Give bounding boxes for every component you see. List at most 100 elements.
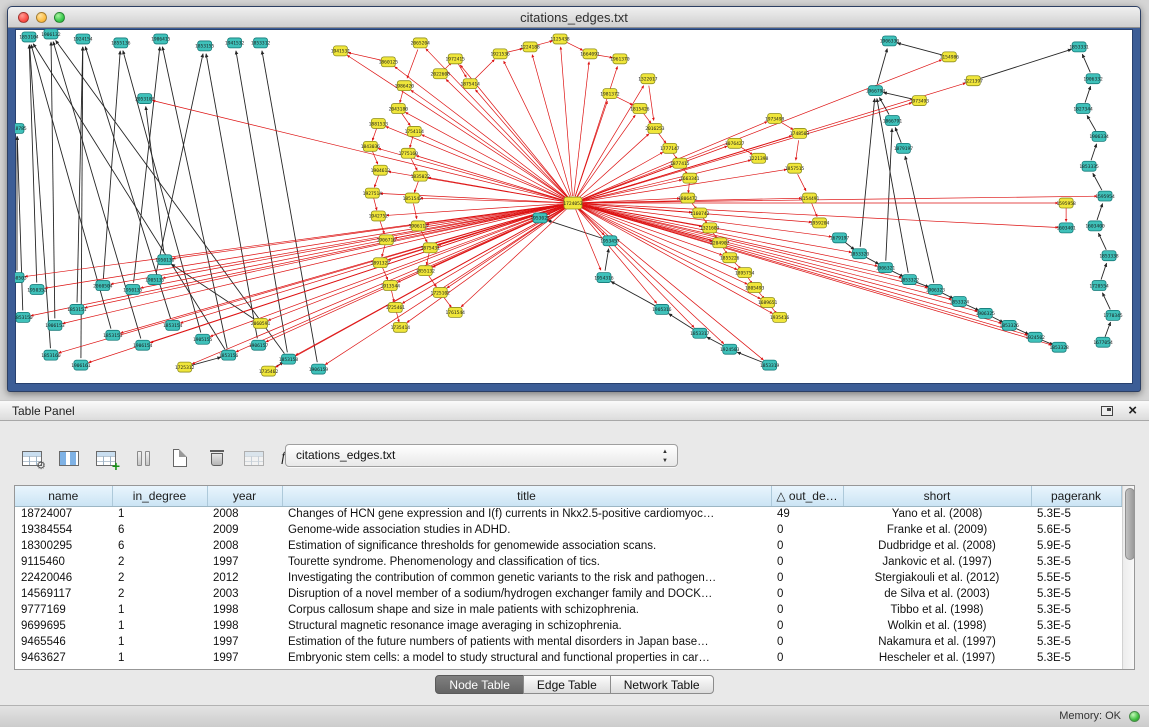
graph-node[interactable]: 1924502: [1026, 332, 1046, 342]
graph-node[interactable]: 1866791: [883, 116, 903, 126]
table-cell[interactable]: 0: [771, 522, 843, 538]
table-cell[interactable]: 1997: [207, 634, 282, 650]
graph-node[interactable]: 2065204: [411, 38, 431, 48]
table-cell[interactable]: 5.3E-5: [1031, 506, 1121, 522]
graph-node[interactable]: 1906325: [976, 308, 996, 318]
graph-node[interactable]: 1941532: [225, 38, 245, 48]
graph-node[interactable]: 1906154: [133, 340, 153, 350]
table-cell[interactable]: 0: [771, 570, 843, 586]
table-cell[interactable]: Franke et al. (2009): [843, 522, 1031, 538]
table-row[interactable]: 1830029562008Estimation of significance …: [15, 538, 1121, 554]
graph-node[interactable]: 1664091: [580, 49, 600, 59]
graph-node[interactable]: 1942752: [369, 211, 389, 221]
graph-node[interactable]: 1761544: [446, 307, 466, 317]
graph-node[interactable]: 1953022: [530, 213, 550, 223]
table-cell[interactable]: 1997: [207, 554, 282, 570]
float-panel-icon[interactable]: [1101, 406, 1113, 416]
tab-network-table[interactable]: Network Table: [610, 675, 714, 694]
graph-node[interactable]: 1906415: [151, 34, 171, 44]
graph-node[interactable]: 2060504: [93, 281, 113, 291]
graph-node[interactable]: 1906334: [1089, 131, 1109, 141]
graph-node[interactable]: 1851542: [403, 193, 423, 203]
table-row[interactable]: 946554611997Estimation of the future num…: [15, 634, 1121, 650]
table-cell[interactable]: 5.3E-5: [1031, 618, 1121, 634]
graph-node[interactable]: 1860125: [379, 57, 399, 67]
graph-node[interactable]: 1855132: [416, 266, 436, 276]
table-cell[interactable]: 1: [112, 650, 207, 666]
table-cell[interactable]: 5.3E-5: [1031, 650, 1121, 666]
table-cell[interactable]: Changes of HCN gene expression and I(f) …: [282, 506, 771, 522]
graph-node[interactable]: 1950352: [27, 285, 47, 295]
table-cell[interactable]: 2009: [207, 522, 282, 538]
table-cell[interactable]: Corpus callosum shape and size in male p…: [282, 602, 771, 618]
column-header[interactable]: △ out_de…: [771, 486, 843, 506]
graph-node[interactable]: 1595958: [1056, 198, 1076, 208]
graph-node[interactable]: 1879197: [894, 143, 914, 153]
graph-node[interactable]: 1754114: [405, 126, 425, 136]
new-table-icon[interactable]: [168, 447, 192, 469]
table-cell[interactable]: 1: [112, 634, 207, 650]
graph-node[interactable]: 1322017: [638, 74, 658, 84]
table-cell[interactable]: 9777169: [15, 602, 112, 618]
column-header[interactable]: pagerank: [1031, 486, 1121, 506]
table-cell[interactable]: 1997: [207, 650, 282, 666]
graph-node[interactable]: 1905316: [652, 304, 672, 314]
graph-node[interactable]: 1853160: [41, 350, 61, 360]
graph-node[interactable]: 1935416: [770, 312, 790, 322]
table-cell[interactable]: Tibbo et al. (1998): [843, 602, 1031, 618]
graph-node[interactable]: 1853153: [103, 330, 123, 340]
table-cell[interactable]: Jankovic et al. (1997): [843, 554, 1031, 570]
graph-node[interactable]: 1777147: [660, 143, 680, 153]
table-cell[interactable]: 1: [112, 618, 207, 634]
table-cell[interactable]: 9699695: [15, 618, 112, 634]
table-cell[interactable]: Embryonic stem cells: a model to study s…: [282, 650, 771, 666]
graph-node[interactable]: 1853104: [19, 32, 39, 42]
graph-node[interactable]: 1853320: [850, 249, 870, 259]
graph-node[interactable]: 1076427: [725, 138, 745, 148]
zoom-button[interactable]: [54, 12, 65, 23]
table-cell[interactable]: 5.3E-5: [1031, 554, 1121, 570]
graph-node[interactable]: 1221397: [964, 76, 984, 86]
table-cell[interactable]: 5.3E-5: [1031, 602, 1121, 618]
table-cell[interactable]: 9463627: [15, 650, 112, 666]
table-scrollbar-thumb[interactable]: [1125, 488, 1135, 560]
column-header[interactable]: short: [843, 486, 1031, 506]
import-table-icon[interactable]: [242, 447, 266, 469]
table-cell[interactable]: Wolkin et al. (1998): [843, 618, 1031, 634]
graph-node[interactable]: 1775160: [399, 148, 419, 158]
table-cell[interactable]: 1: [112, 602, 207, 618]
graph-node[interactable]: 1853326: [1000, 320, 1020, 330]
graph-node[interactable]: 1961370: [610, 54, 630, 64]
graph-node[interactable]: 1853150: [15, 312, 33, 322]
table-cell[interactable]: 0: [771, 618, 843, 634]
graph-node[interactable]: 1973493: [910, 96, 930, 106]
graph-node[interactable]: 1924154: [73, 34, 93, 44]
graph-node[interactable]: 1720554: [1089, 281, 1109, 291]
table-cell[interactable]: Yano et al. (2008): [843, 506, 1031, 522]
table-cell[interactable]: 9465546: [15, 634, 112, 650]
table-cell[interactable]: 2008: [207, 538, 282, 554]
table-row[interactable]: 969969511998Structural magnetic resonanc…: [15, 618, 1121, 634]
column-header[interactable]: in_degree: [112, 486, 207, 506]
graph-node[interactable]: 1815426: [630, 104, 650, 114]
graph-node[interactable]: 1913544: [381, 281, 401, 291]
table-cell[interactable]: de Silva et al. (2003): [843, 586, 1031, 602]
graph-node[interactable]: 1663341: [680, 173, 700, 183]
table-cell[interactable]: 2: [112, 554, 207, 570]
graph-node[interactable]: 1972415: [446, 54, 466, 64]
table-cell[interactable]: Stergiakouli et al. (2012): [843, 570, 1031, 586]
graph-node[interactable]: 1618785: [15, 123, 27, 133]
table-scrollbar[interactable]: [1122, 486, 1135, 669]
window-titlebar[interactable]: citations_edges.txt: [8, 7, 1140, 28]
table-cell[interactable]: 19384554: [15, 522, 112, 538]
graph-node[interactable]: 1677054: [1093, 337, 1113, 347]
table-cell[interactable]: 0: [771, 650, 843, 666]
graph-node[interactable]: 1875414: [461, 79, 481, 89]
table-cell[interactable]: Disruption of a novel member of a sodium…: [282, 586, 771, 602]
graph-node[interactable]: 1953457: [600, 236, 620, 246]
graph-node[interactable]: 1950136: [155, 255, 175, 265]
table-row[interactable]: 1938455462009Genome-wide association stu…: [15, 522, 1121, 538]
minimize-button[interactable]: [36, 12, 47, 23]
rows-icon[interactable]: [131, 447, 155, 469]
graph-node[interactable]: 1154491: [800, 193, 820, 203]
